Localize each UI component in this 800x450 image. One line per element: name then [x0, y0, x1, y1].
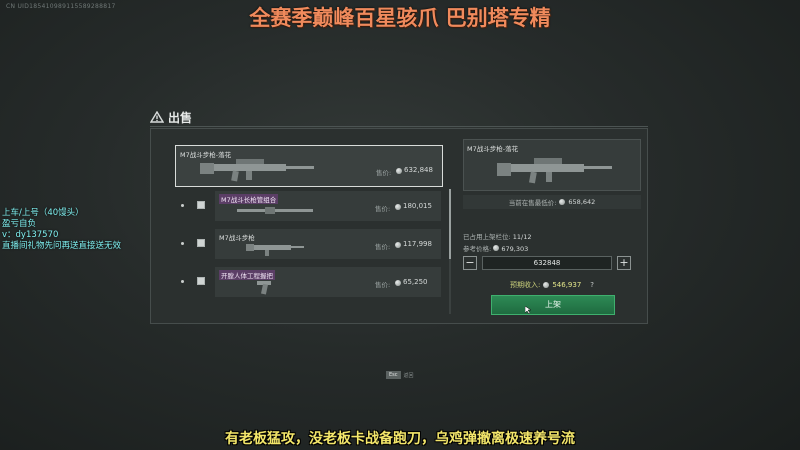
stream-caption: 有老板猛攻，没老板卡战备跑刀，乌鸡弹撤离极速养号流	[225, 431, 575, 447]
coin-icon	[493, 245, 500, 251]
list-item-partial	[175, 305, 447, 317]
bullet-dot	[181, 280, 184, 283]
price-label: 售价:	[375, 205, 391, 213]
item-checkbox[interactable]	[197, 201, 205, 209]
price-label: 售价:	[375, 243, 391, 251]
sell-header: 出售	[150, 108, 648, 127]
expected-income-label: 预期收入:	[509, 281, 541, 289]
decrement-button[interactable]: −	[463, 256, 477, 270]
reference-price-value: 679,303	[501, 245, 529, 253]
coin-icon	[395, 242, 401, 248]
item-card[interactable]: M7战斗步枪 售价: 117,998	[215, 229, 441, 259]
coin-icon	[396, 168, 402, 174]
lowest-price-value: 658,642	[568, 198, 596, 206]
slots-value: 11/12	[512, 233, 532, 241]
item-card-selected[interactable]: M7战斗步枪-落花 售价: 632,848	[175, 145, 443, 187]
item-checkbox[interactable]	[197, 277, 205, 285]
expected-income-row: 预期收入: 546,937 ?	[463, 279, 641, 291]
item-card[interactable]: 开膛人体工程握把 售价: 65,250	[215, 267, 441, 297]
barrel-icon	[237, 207, 313, 214]
item-list: M7战斗步枪-落花 售价: 632,848 M7战斗长枪管组合 售价: 180,…	[175, 145, 447, 317]
sell-panel: M7战斗步枪-落花 售价: 632,848 M7战斗长枪管组合 售价: 180,…	[150, 128, 648, 324]
list-item: M7战斗步枪 售价: 117,998	[175, 229, 447, 259]
bullet-dot	[181, 242, 184, 245]
list-item: M7战斗长枪管组合 售价: 180,015	[175, 191, 447, 221]
increment-button[interactable]: +	[617, 256, 631, 270]
price-label: 售价:	[375, 281, 391, 289]
expected-income-value: 546,937	[552, 281, 582, 289]
item-card[interactable]: M7战斗长枪管组合 售价: 180,015	[215, 191, 441, 221]
reference-price-row: 参考价格: 679,303	[463, 243, 528, 253]
slots-label: 已占用上架栏位:	[463, 233, 511, 241]
lowest-price-label: 当前在售最低价:	[508, 199, 557, 207]
rifle-icon	[200, 159, 314, 182]
stream-title: 全赛季巅峰百星骇爪 巴别塔专精	[249, 5, 551, 30]
grip-icon	[257, 281, 271, 295]
back-label: 返回	[403, 372, 414, 379]
slots-row: 已占用上架栏位: 11/12	[463, 231, 532, 241]
price-input[interactable]	[482, 256, 612, 270]
coin-icon	[395, 204, 401, 210]
side-note-line: 上车/上号（40馒头）	[2, 208, 84, 218]
rifle-icon	[497, 158, 612, 184]
quantity-stepper: − +	[463, 256, 641, 270]
coin-icon	[543, 282, 550, 288]
item-price: 65,250	[403, 278, 428, 286]
item-price: 632,848	[404, 166, 433, 174]
bullet-dot	[181, 204, 184, 207]
lowest-price-row: 当前在售最低价: 658,642	[463, 195, 641, 209]
price-label: 售价:	[376, 169, 392, 177]
scrollbar-thumb[interactable]	[449, 189, 451, 259]
list-item: 开膛人体工程握把 售价: 65,250	[175, 267, 447, 297]
mouse-cursor-icon	[525, 306, 531, 314]
warning-triangle-icon	[150, 111, 164, 123]
item-price: 117,998	[403, 240, 432, 248]
page-title: 出售	[168, 110, 193, 125]
coin-icon	[559, 199, 566, 205]
item-checkbox[interactable]	[197, 239, 205, 247]
side-note-line: 盈亏自负	[2, 219, 37, 229]
back-hint[interactable]: Esc 返回	[386, 371, 414, 379]
coin-icon	[395, 280, 401, 286]
rifle-icon	[246, 244, 304, 256]
stream-side-note: 上车/上号（40馒头） 盈亏自负 v：dy137570 直播间礼物先问再送直接送…	[2, 208, 121, 252]
reference-price-label: 参考价格:	[463, 245, 492, 253]
side-note-line: 直播间礼物先问再送直接送无效	[2, 241, 122, 251]
esc-key-badge: Esc	[386, 371, 401, 379]
item-preview: M7战斗步枪-落花	[463, 139, 641, 191]
list-for-sale-button[interactable]: 上架	[491, 295, 615, 315]
help-icon[interactable]: ?	[590, 281, 594, 289]
side-note-line: v：dy137570	[2, 230, 59, 240]
detail-pane: M7战斗步枪-落花 当前在售最低价: 658,642 已占用上架栏位: 11/1…	[463, 139, 641, 319]
item-name: M7战斗长枪管组合	[219, 194, 279, 204]
item-price: 180,015	[403, 202, 432, 210]
